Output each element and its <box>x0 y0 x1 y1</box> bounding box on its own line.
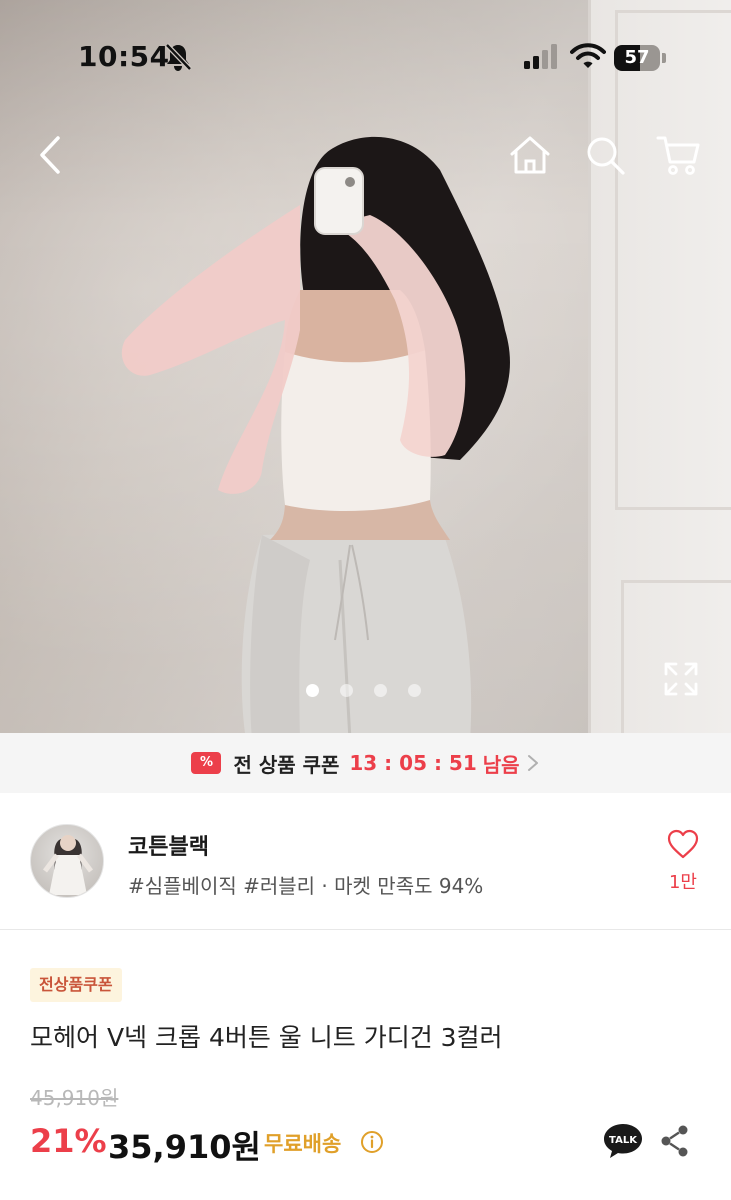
free-shipping-label: 무료배송 <box>264 1132 342 1156</box>
home-icon[interactable] <box>508 134 552 176</box>
product-title: 모헤어 V넥 크롭 4버튼 울 니트 가디건 3컬러 <box>30 1023 503 1052</box>
cart-icon[interactable] <box>656 132 702 178</box>
gallery-pagination <box>306 684 426 698</box>
like-count: 1만 <box>668 872 697 893</box>
status-bar: 10:54 57 <box>0 0 731 110</box>
gallery-dot[interactable] <box>374 684 387 697</box>
coupon-remain-label: 남음 <box>482 752 520 777</box>
sale-price: 35,910원 <box>108 1128 261 1166</box>
coupon-banner[interactable]: % 전 상품 쿠폰 13 : 05 : 51 남음 <box>0 733 731 793</box>
bell-muted-icon <box>165 43 192 71</box>
chevron-right-icon <box>527 755 538 771</box>
kakao-talk-icon[interactable]: TALK <box>602 1122 644 1160</box>
seller-tags-satisfaction: #심플베이직 #러블리 · 마켓 만족도 94% <box>128 874 484 898</box>
wifi-icon <box>570 43 606 68</box>
gallery-dot[interactable] <box>306 684 319 697</box>
discount-rate: 21% <box>30 1122 107 1160</box>
seller-row: 코튼블랙 #심플베이직 #러블리 · 마켓 만족도 94% 1만 <box>0 793 731 930</box>
search-icon[interactable] <box>584 134 626 176</box>
coupon-badge: 전상품쿠폰 <box>30 968 122 1002</box>
talk-label: TALK <box>609 1135 638 1146</box>
seller-avatar[interactable] <box>30 824 104 898</box>
battery-level: 57 <box>624 47 650 68</box>
battery-indicator: 57 <box>614 45 666 71</box>
seller-name[interactable]: 코튼블랙 <box>128 829 209 861</box>
coupon-label: 전 상품 쿠폰 <box>233 752 340 777</box>
info-icon[interactable] <box>360 1130 384 1154</box>
gallery-dot[interactable] <box>408 684 421 697</box>
chevron-left-icon[interactable] <box>34 132 70 178</box>
coupon-countdown: 13 : 05 : 51 <box>349 751 477 775</box>
share-icon[interactable] <box>660 1124 690 1158</box>
product-image-gallery[interactable]: 10:54 57 <box>0 0 731 733</box>
gallery-dot[interactable] <box>340 684 353 697</box>
expand-icon[interactable] <box>662 660 700 698</box>
status-time: 10:54 <box>78 40 170 73</box>
coupon-icon: % <box>191 752 222 774</box>
original-price: 45,910원 <box>30 1086 119 1110</box>
cellular-signal-icon <box>524 44 557 69</box>
heart-icon[interactable] <box>667 829 699 859</box>
